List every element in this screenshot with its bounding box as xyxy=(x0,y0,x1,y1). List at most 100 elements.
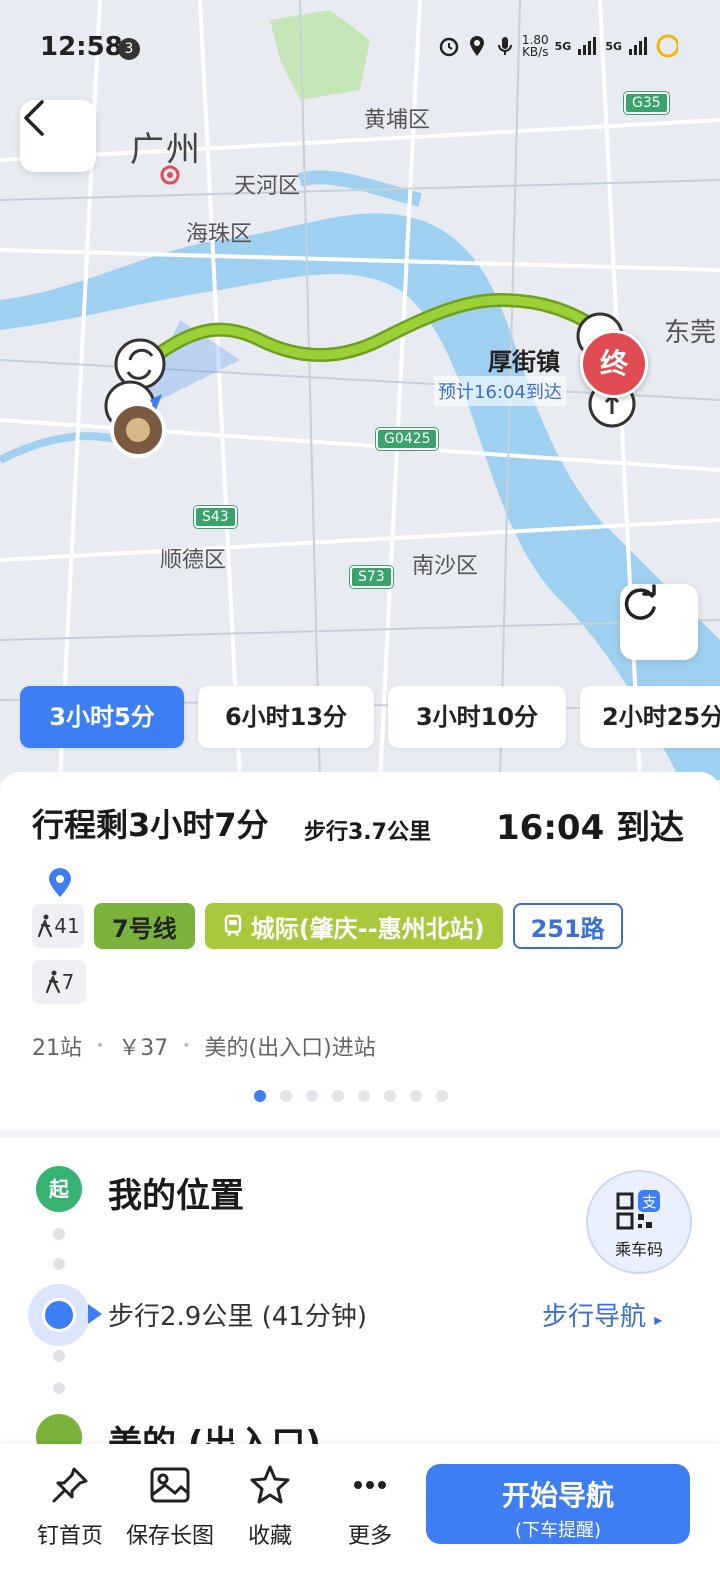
alight-reminder-label: (下车提醒) xyxy=(514,1520,602,1541)
walk-chip-2: 7 xyxy=(32,960,86,1004)
signal-icon xyxy=(577,35,599,57)
refresh-icon xyxy=(624,584,656,620)
pin-icon xyxy=(52,1467,88,1503)
svg-text:支: 支 xyxy=(642,1193,657,1211)
destination-eta: 预计16:04到达 xyxy=(434,376,566,406)
refresh-button[interactable] xyxy=(620,584,698,660)
map-label-shunde: 顺德区 xyxy=(160,548,227,573)
page-dot xyxy=(436,1090,448,1102)
more-label: 更多 xyxy=(347,1524,392,1549)
chevron-left-icon xyxy=(24,100,44,136)
route-tab-4[interactable]: 2小时25分 xyxy=(580,686,720,748)
walk-navigation-link[interactable]: 步行导航 ▸ xyxy=(542,1296,662,1333)
page-dot xyxy=(280,1090,292,1102)
mic-icon xyxy=(494,35,516,57)
more-icon xyxy=(354,1481,386,1489)
timeline-dot xyxy=(53,1350,65,1362)
highway-s73: S73 xyxy=(350,566,393,588)
ride-code-label: 乘车码 xyxy=(614,1240,663,1259)
trip-arrive-time: 16:04 到达 xyxy=(496,808,685,848)
signal-icon-2 xyxy=(628,35,650,57)
separator: • xyxy=(182,1038,191,1054)
intercity-line-label: 城际(肇庆--惠州北站) xyxy=(250,914,485,943)
save-image-button[interactable]: 保存长图 xyxy=(120,1460,220,1550)
battery-icon xyxy=(656,34,678,58)
alarm-icon xyxy=(438,35,460,57)
route-tab-1[interactable]: 3小时5分 xyxy=(20,686,184,748)
page-indicator xyxy=(254,1090,448,1102)
route-map[interactable]: 广州 天河区 海珠区 黄埔区 顺德区 南沙区 东莞 G35 G0425 S43 … xyxy=(0,0,720,780)
intercity-line-chip: 城际(肇庆--惠州北站) xyxy=(204,903,503,949)
route-options: 3小时5分 6小时13分 3小时10分 2小时25分 xyxy=(0,686,720,750)
train-icon xyxy=(224,914,241,937)
image-icon xyxy=(150,1467,190,1503)
transit-segments: 41 7号线 城际(肇庆--惠州北站) 251路 xyxy=(32,902,623,950)
entrance-info: 美的(出入口)进站 xyxy=(204,1036,376,1061)
walk-segment-1: 41 xyxy=(32,904,84,948)
status-time: 12:58 xyxy=(40,32,123,62)
save-image-label: 保存长图 xyxy=(125,1524,214,1549)
status-bar: 12:58 3 1.80 KB/s 5G 5G xyxy=(0,0,720,96)
destination-name: 厚街镇 xyxy=(488,348,560,376)
map-label-guangzhou: 广州 xyxy=(130,130,202,170)
highway-g0425: G0425 xyxy=(376,428,439,450)
fare-price: ￥37 xyxy=(118,1036,169,1061)
pin-label: 钉首页 xyxy=(36,1524,103,1549)
page-dot xyxy=(332,1090,344,1102)
timeline-dot xyxy=(53,1258,65,1270)
end-marker[interactable]: 终 xyxy=(580,330,648,398)
page-dot xyxy=(410,1090,422,1102)
bus-line-chip: 251路 xyxy=(512,903,623,949)
route-info: 21站 • ￥37 • 美的(出入口)进站 xyxy=(32,1030,376,1062)
route-tab-3[interactable]: 3小时10分 xyxy=(388,686,566,748)
page-dot xyxy=(254,1090,266,1102)
walk-icon xyxy=(38,914,53,938)
back-button[interactable] xyxy=(20,100,96,172)
walk-segment-2: 7 xyxy=(32,960,86,1004)
walk-minutes-2: 7 xyxy=(61,970,75,994)
walk-navigation-label: 步行导航 xyxy=(542,1302,647,1332)
status-badge: 3 xyxy=(118,38,140,60)
route-steps: 起 我的位置 步行2.9公里 (41分钟) 步行导航 ▸ 支 乘车码 美的 (出… xyxy=(0,1138,720,1464)
walk-step-description: 步行2.9公里 (41分钟) xyxy=(108,1302,367,1332)
map-label-nansha: 南沙区 xyxy=(412,554,479,579)
status-icons: 1.80 KB/s 5G 5G xyxy=(438,34,678,58)
map-label-tianhe: 天河区 xyxy=(234,174,301,199)
map-label-haizhu: 海珠区 xyxy=(186,222,253,247)
station-count: 21站 xyxy=(32,1036,82,1061)
ride-code-button[interactable]: 支 乘车码 xyxy=(586,1170,692,1274)
start-navigation-label: 开始导航 xyxy=(501,1479,614,1512)
page-dot xyxy=(384,1090,396,1102)
chevron-right-icon: ▸ xyxy=(654,1310,663,1329)
map-label-huangpu: 黄埔区 xyxy=(364,108,431,133)
timeline-dot xyxy=(53,1228,65,1240)
star-icon xyxy=(250,1465,290,1504)
start-location: 我的位置 xyxy=(108,1176,244,1216)
metro-line-chip: 7号线 xyxy=(94,903,195,949)
trip-remaining: 行程剩3小时7分 xyxy=(32,806,269,844)
pin-to-home-button[interactable]: 钉首页 xyxy=(20,1460,120,1550)
walk-minutes-1: 41 xyxy=(54,914,80,938)
net-speed: 1.80 KB/s xyxy=(521,33,549,59)
location-icon xyxy=(466,35,488,57)
favorite-label: 收藏 xyxy=(247,1524,292,1549)
separator: • xyxy=(96,1038,105,1054)
walk-step-node xyxy=(28,1284,90,1346)
bottom-action-bar: 钉首页 保存长图 收藏 更多 开始导航 (下车提醒) xyxy=(0,1444,720,1584)
page-dot xyxy=(358,1090,370,1102)
page-dot xyxy=(306,1090,318,1102)
qr-code-icon: 支 xyxy=(616,1190,660,1230)
timeline-dot xyxy=(53,1382,65,1394)
signal-5g-1: 5G xyxy=(554,39,572,53)
route-summary-card[interactable]: 行程剩3小时7分 步行3.7公里 16:04 到达 41 7号线 城际(肇庆--… xyxy=(0,772,720,1130)
start-navigation-button[interactable]: 开始导航 (下车提醒) xyxy=(426,1464,690,1544)
trip-walk-distance: 步行3.7公里 xyxy=(304,820,431,845)
signal-5g-2: 5G xyxy=(605,39,622,53)
favorite-button[interactable]: 收藏 xyxy=(220,1460,320,1550)
walk-icon xyxy=(45,970,60,994)
route-tab-2[interactable]: 6小时13分 xyxy=(198,686,374,748)
map-label-dongguan: 东莞 xyxy=(664,318,717,348)
walk-step-arrow xyxy=(88,1304,102,1324)
more-button[interactable]: 更多 xyxy=(320,1460,420,1550)
highway-s43: S43 xyxy=(194,506,237,528)
